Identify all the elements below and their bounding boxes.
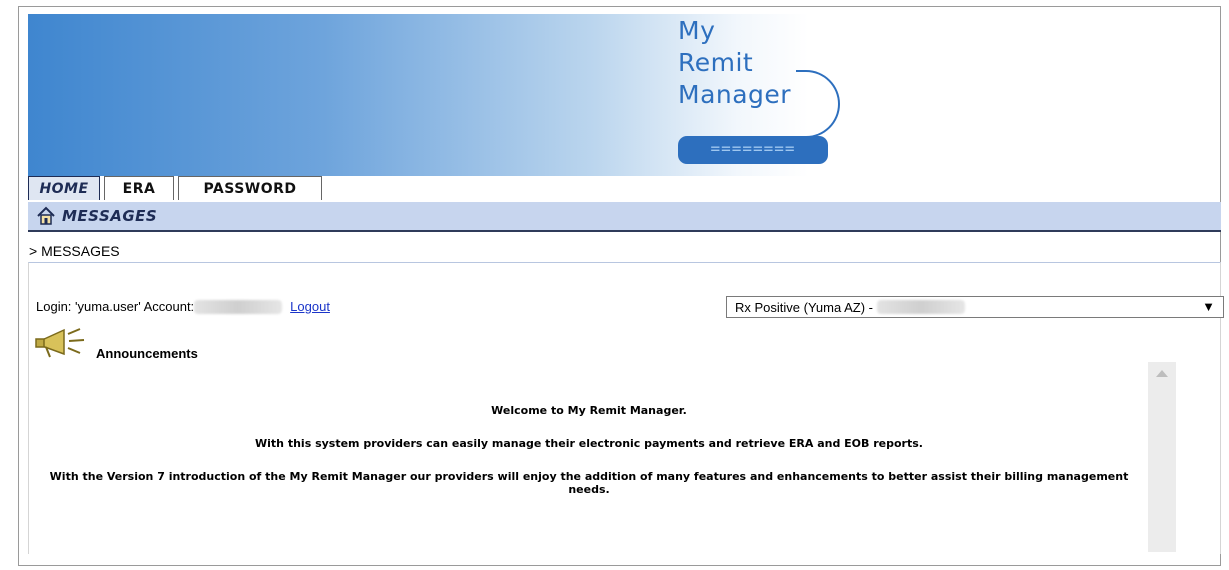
logo-text-manager: Manager [678, 80, 792, 109]
announcements-scrollbar[interactable] [1148, 362, 1176, 552]
account-number-redacted [194, 299, 283, 314]
provider-id-redacted [876, 300, 965, 314]
announcements-label: Announcements [96, 346, 198, 361]
tab-home[interactable]: HOME [28, 176, 100, 200]
logo-text-my: My [678, 16, 716, 45]
app-logo: My Remit Manager ======== [678, 14, 878, 164]
logo-text-remit: Remit [678, 48, 754, 77]
announcements-header: Announcements [32, 326, 198, 361]
announcements-box: Welcome to My Remit Manager. With this s… [30, 362, 1148, 552]
tab-era[interactable]: ERA [104, 176, 174, 200]
provider-select[interactable]: Rx Positive (Yuma AZ) - ▼ [726, 296, 1224, 318]
home-icon[interactable] [36, 206, 56, 226]
megaphone-icon [35, 328, 85, 358]
section-title: MESSAGES [62, 207, 158, 225]
login-text: Login: 'yuma.user' Account: [36, 299, 195, 314]
scroll-up-icon[interactable] [1156, 370, 1168, 377]
announcement-message: With the Version 7 introduction of the M… [49, 470, 1129, 496]
announcement-message: With this system providers can easily ma… [255, 437, 923, 450]
chevron-down-icon[interactable]: ▼ [1202, 299, 1215, 314]
main-tabs: HOME ERA PASSWORD [28, 176, 326, 202]
logout-link[interactable]: Logout [290, 299, 330, 314]
logo-curve [796, 70, 840, 138]
section-header: MESSAGES [28, 202, 1221, 232]
header-banner: My Remit Manager ======== [28, 14, 1211, 176]
breadcrumb: > MESSAGES [29, 243, 120, 259]
tab-password[interactable]: PASSWORD [178, 176, 322, 200]
login-info: Login: 'yuma.user' Account: Logout [36, 299, 330, 314]
logo-bar: ======== [678, 136, 828, 164]
announcement-message: Welcome to My Remit Manager. [491, 404, 687, 417]
provider-select-value: Rx Positive (Yuma AZ) - [735, 299, 873, 315]
